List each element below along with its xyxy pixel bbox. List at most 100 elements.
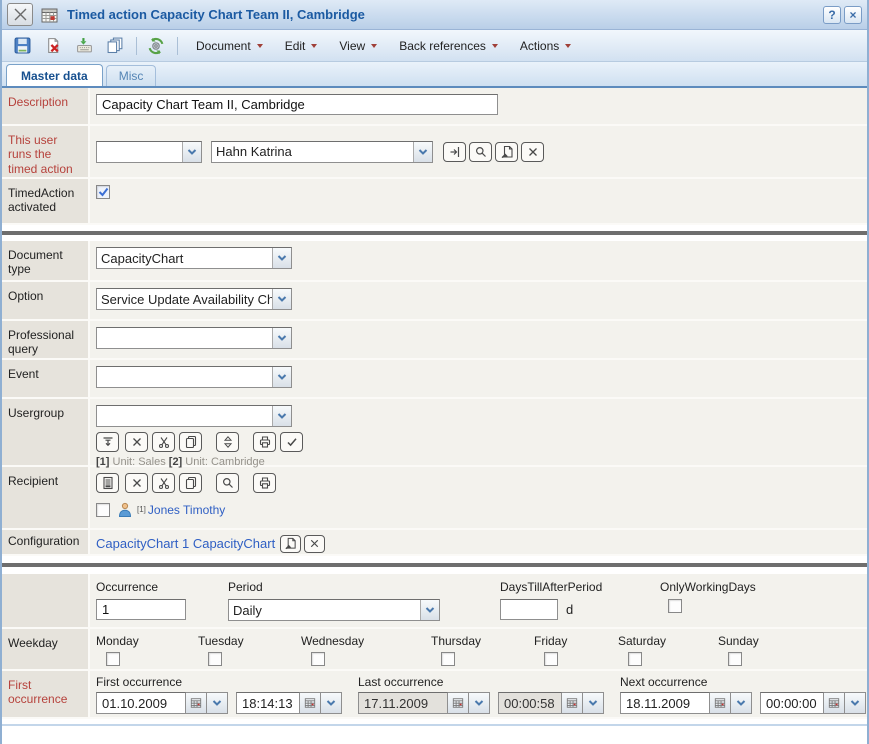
weekday-sunday-checkbox[interactable] <box>728 652 742 666</box>
clear-button[interactable] <box>521 142 544 162</box>
date-picker-button[interactable] <box>448 692 469 714</box>
toolbar-separator <box>177 37 178 55</box>
option-select[interactable]: Service Update Availability Check <box>96 288 292 310</box>
document-type-label: Document type <box>2 241 90 280</box>
recipient-link[interactable]: Jones Timothy <box>148 503 225 517</box>
paste-button[interactable] <box>280 535 301 553</box>
occurrence-input[interactable] <box>96 599 186 620</box>
print-button[interactable] <box>253 432 276 452</box>
weekday-monday-checkbox[interactable] <box>106 652 120 666</box>
apply-button[interactable] <box>280 432 303 452</box>
period-select[interactable]: Daily <box>228 599 440 621</box>
date-picker-button[interactable] <box>186 692 207 714</box>
chevron-down-icon[interactable] <box>321 692 342 714</box>
print-button[interactable] <box>253 473 276 493</box>
activated-checkbox[interactable] <box>96 185 110 199</box>
tab-misc[interactable]: Misc <box>106 65 157 86</box>
date-picker-button[interactable] <box>300 692 321 714</box>
weekday-friday-checkbox[interactable] <box>544 652 558 666</box>
close-window-button[interactable] <box>7 3 33 26</box>
delete-entry-button[interactable] <box>125 432 148 452</box>
close-button-right[interactable]: × <box>844 6 862 24</box>
copy-entry-button[interactable] <box>179 432 202 452</box>
save-button[interactable] <box>10 34 34 58</box>
recipient-checkbox[interactable] <box>96 503 110 517</box>
sort-button[interactable] <box>216 432 239 452</box>
chevron-down-icon[interactable] <box>845 692 866 714</box>
help-button[interactable]: ? <box>823 6 841 24</box>
first-time-input[interactable]: 18:14:13 <box>236 692 300 714</box>
paste-button[interactable] <box>495 142 518 162</box>
cut-button[interactable] <box>152 473 175 493</box>
search-button[interactable] <box>216 473 239 493</box>
document-list-icon <box>101 476 115 490</box>
run-user-select[interactable]: Hahn Katrina <box>211 141 433 163</box>
weekday-saturday-checkbox[interactable] <box>628 652 642 666</box>
days-till-input[interactable] <box>500 599 558 620</box>
row-configuration: Configuration CapacityChart 1 CapacityCh… <box>2 530 867 556</box>
delete-button[interactable] <box>41 34 65 58</box>
date-picker-button[interactable] <box>710 692 731 714</box>
search-icon <box>474 145 488 159</box>
open-record-button[interactable] <box>443 142 466 162</box>
document-type-select[interactable]: CapacityChart <box>96 247 292 269</box>
chevron-down-icon <box>272 248 291 268</box>
weekday-label: Weekday <box>2 629 90 669</box>
next-date-input[interactable]: 18.11.2009 <box>620 692 710 714</box>
window-title: Timed action Capacity Chart Team II, Cam… <box>67 7 365 22</box>
menu-actions[interactable]: Actions <box>520 39 571 53</box>
menu-document[interactable]: Document <box>196 39 263 53</box>
chevron-down-icon[interactable] <box>207 692 228 714</box>
select-from-list-button[interactable] <box>96 473 119 493</box>
process-button[interactable] <box>144 34 168 58</box>
copy-button[interactable] <box>103 34 127 58</box>
paste-icon <box>284 537 297 550</box>
first-occurrence-label: First occurrence <box>96 675 358 689</box>
next-occurrence-group: Next occurrence 18.11.2009 00:00:00 <box>620 675 869 717</box>
cut-icon <box>157 435 171 449</box>
chevron-down-icon <box>371 44 377 48</box>
date-picker-button[interactable] <box>562 692 583 714</box>
master-data-form: Description This user runs the timed act… <box>2 88 867 744</box>
cut-button[interactable] <box>152 432 175 452</box>
weekday-thursday-checkbox[interactable] <box>441 652 455 666</box>
event-label: Event <box>2 360 90 397</box>
close-icon: × <box>849 8 856 22</box>
menu-back-references[interactable]: Back references <box>399 39 498 53</box>
first-date-input[interactable]: 01.10.2009 <box>96 692 186 714</box>
next-time-input[interactable]: 00:00:00 <box>760 692 824 714</box>
search-button[interactable] <box>469 142 492 162</box>
date-picker-button[interactable] <box>824 692 845 714</box>
user-category-select[interactable] <box>96 141 202 163</box>
only-working-days-checkbox[interactable] <box>668 599 682 613</box>
chevron-down-icon[interactable] <box>469 692 490 714</box>
professional-query-select[interactable] <box>96 327 292 349</box>
capacity-chart-icon <box>41 7 58 23</box>
calendar-icon <box>304 697 316 709</box>
delete-entry-button[interactable] <box>125 473 148 493</box>
row-option: Option Service Update Availability Check <box>2 282 867 321</box>
description-input[interactable] <box>96 94 498 115</box>
copy-entry-button[interactable] <box>179 473 202 493</box>
select-from-list-button[interactable] <box>96 432 119 452</box>
configuration-link[interactable]: CapacityChart 1 CapacityChart <box>96 536 275 551</box>
chevron-down-icon[interactable] <box>583 692 604 714</box>
first-occurrence-row-label: First occurrence <box>2 671 90 717</box>
copy-pages-icon <box>106 37 124 54</box>
menu-edit[interactable]: Edit <box>285 39 318 53</box>
calendar-icon <box>566 697 578 709</box>
weekday-tuesday-checkbox[interactable] <box>208 652 222 666</box>
clear-button[interactable] <box>304 535 325 553</box>
last-occurrence-label: Last occurrence <box>358 675 620 689</box>
keyboard-import-icon <box>76 37 93 54</box>
weekday-wednesday-checkbox[interactable] <box>311 652 325 666</box>
last-occurrence-group: Last occurrence 17.11.2009 00:00:58 <box>358 675 620 717</box>
menu-view[interactable]: View <box>339 39 377 53</box>
chevron-down-icon[interactable] <box>731 692 752 714</box>
tab-master-data[interactable]: Master data <box>6 64 103 86</box>
insert-button[interactable] <box>72 34 96 58</box>
chevron-down-icon <box>257 44 263 48</box>
event-select[interactable] <box>96 366 292 388</box>
usergroup-select[interactable] <box>96 405 292 427</box>
chevron-down-icon <box>272 367 291 387</box>
